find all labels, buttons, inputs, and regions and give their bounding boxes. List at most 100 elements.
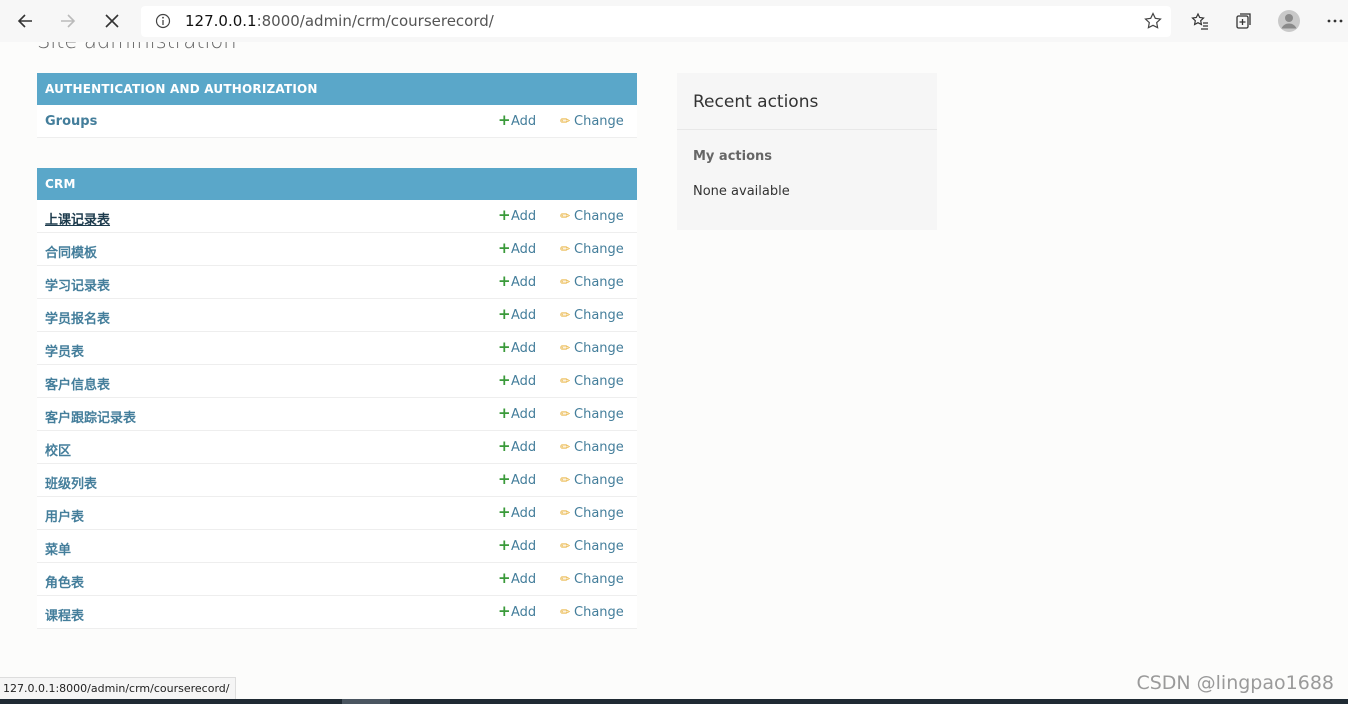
info-icon[interactable]: [155, 13, 171, 29]
plus-icon: +: [498, 305, 511, 323]
change-link[interactable]: ✏ Change: [560, 242, 624, 257]
pencil-icon: ✏: [560, 572, 571, 586]
module-caption[interactable]: CRM: [37, 168, 637, 200]
add-link[interactable]: +Add: [498, 503, 537, 522]
add-link[interactable]: +Add: [498, 371, 536, 390]
add-link[interactable]: +Add: [498, 404, 536, 423]
plus-icon: +: [498, 437, 511, 455]
add-label: Add: [511, 114, 537, 129]
collections-button[interactable]: [1229, 6, 1259, 36]
pencil-icon: ✏: [560, 506, 571, 520]
add-link[interactable]: +Add: [498, 571, 537, 588]
add-label: Add: [511, 275, 537, 290]
change-link[interactable]: ✏ Change: [560, 572, 624, 587]
add-link[interactable]: +Add: [498, 113, 537, 130]
stop-loading-button[interactable]: [97, 6, 127, 36]
more-dots-icon: [1327, 19, 1343, 23]
add-link[interactable]: +Add: [498, 340, 537, 357]
model-link[interactable]: 校区: [45, 440, 71, 459]
pencil-icon: ✏: [560, 539, 571, 553]
change-label: Change: [574, 572, 624, 587]
pencil-icon: ✏: [560, 308, 571, 322]
plus-icon: +: [498, 503, 511, 521]
add-link[interactable]: +Add: [498, 305, 536, 324]
add-link[interactable]: +Add: [498, 472, 536, 489]
add-link[interactable]: +Add: [498, 241, 536, 258]
module-auth: Authentication and Authorization Groups …: [37, 73, 637, 138]
plus-icon: +: [498, 206, 511, 224]
divider: [677, 129, 937, 130]
plus-icon: +: [498, 371, 511, 389]
change-link[interactable]: ✏ Change: [560, 539, 624, 554]
change-label: Change: [574, 374, 624, 389]
change-link[interactable]: ✏ Change: [560, 473, 624, 488]
model-link[interactable]: 用户表: [45, 506, 84, 525]
url-path: :8000/admin/crm/courserecord/: [256, 12, 494, 30]
change-link[interactable]: ✏ Change: [560, 114, 624, 129]
model-link[interactable]: 上课记录表: [45, 209, 110, 228]
change-link[interactable]: ✏ Change: [560, 374, 624, 389]
change-label: Change: [574, 341, 624, 356]
pencil-icon: ✏: [560, 275, 571, 289]
model-link[interactable]: 班级列表: [45, 473, 97, 492]
model-link[interactable]: 菜单: [45, 539, 71, 558]
change-label: Change: [574, 209, 624, 224]
avatar: [1278, 10, 1300, 32]
module-caption[interactable]: Authentication and Authorization: [37, 73, 637, 105]
change-link[interactable]: ✏ Change: [560, 407, 624, 422]
taskbar-item[interactable]: [342, 699, 390, 704]
empty-actions-text: None available: [693, 184, 790, 199]
add-label: Add: [511, 506, 537, 521]
change-link[interactable]: ✏ Change: [560, 506, 624, 521]
forward-button[interactable]: [53, 6, 83, 36]
model-link[interactable]: 角色表: [45, 572, 84, 591]
address-bar[interactable]: 127.0.0.1:8000/admin/crm/courserecord/: [141, 6, 1171, 37]
change-label: Change: [574, 539, 624, 554]
model-link[interactable]: 课程表: [45, 605, 84, 624]
change-link[interactable]: ✏ Change: [560, 308, 624, 323]
add-label: Add: [511, 440, 537, 455]
pencil-icon: ✏: [560, 440, 571, 454]
model-link[interactable]: Groups: [45, 114, 97, 129]
add-label: Add: [511, 539, 537, 554]
close-icon: [105, 14, 119, 28]
change-link[interactable]: ✏ Change: [560, 275, 624, 290]
model-link[interactable]: 学员表: [45, 341, 84, 360]
add-link[interactable]: +Add: [498, 206, 537, 225]
add-link[interactable]: +Add: [498, 538, 537, 555]
pencil-icon: ✏: [560, 374, 571, 388]
back-button[interactable]: [10, 6, 40, 36]
add-label: Add: [511, 209, 537, 224]
change-link[interactable]: ✏ Change: [560, 605, 624, 620]
add-link[interactable]: +Add: [498, 437, 537, 456]
add-label: Add: [511, 572, 537, 587]
model-link[interactable]: 客户信息表: [45, 374, 110, 393]
pencil-icon: ✏: [560, 341, 571, 355]
change-label: Change: [574, 242, 624, 257]
module-crm: CRM 上课记录表 +Add ✏ Change 合同模板 +Add ✏ Change 学习记…: [37, 168, 637, 629]
model-link[interactable]: 客户跟踪记录表: [45, 407, 136, 426]
taskbar: [0, 699, 1348, 704]
add-label: Add: [511, 341, 537, 356]
favorite-star-icon[interactable]: [1143, 11, 1163, 31]
model-link[interactable]: 学习记录表: [45, 275, 110, 294]
plus-icon: +: [498, 404, 511, 422]
model-link[interactable]: 合同模板: [45, 242, 97, 261]
pencil-icon: ✏: [560, 407, 571, 421]
recent-actions-panel: Recent actions My actions None available: [677, 73, 937, 230]
favorites-button[interactable]: [1185, 6, 1215, 36]
add-label: Add: [511, 605, 537, 620]
profile-button[interactable]: [1274, 6, 1304, 36]
url-text[interactable]: 127.0.0.1:8000/admin/crm/courserecord/: [185, 12, 494, 30]
change-link[interactable]: ✏ Change: [560, 341, 624, 356]
model-link[interactable]: 学员报名表: [45, 308, 110, 327]
favorites-list-icon: [1191, 12, 1208, 30]
add-link[interactable]: +Add: [498, 604, 537, 621]
change-link[interactable]: ✏ Change: [560, 440, 624, 455]
change-link[interactable]: ✏ Change: [560, 209, 624, 224]
pencil-icon: ✏: [560, 242, 571, 256]
pencil-icon: ✏: [560, 209, 571, 223]
collections-icon: [1236, 13, 1251, 29]
more-menu-button[interactable]: [1320, 6, 1348, 36]
add-link[interactable]: +Add: [498, 274, 537, 291]
